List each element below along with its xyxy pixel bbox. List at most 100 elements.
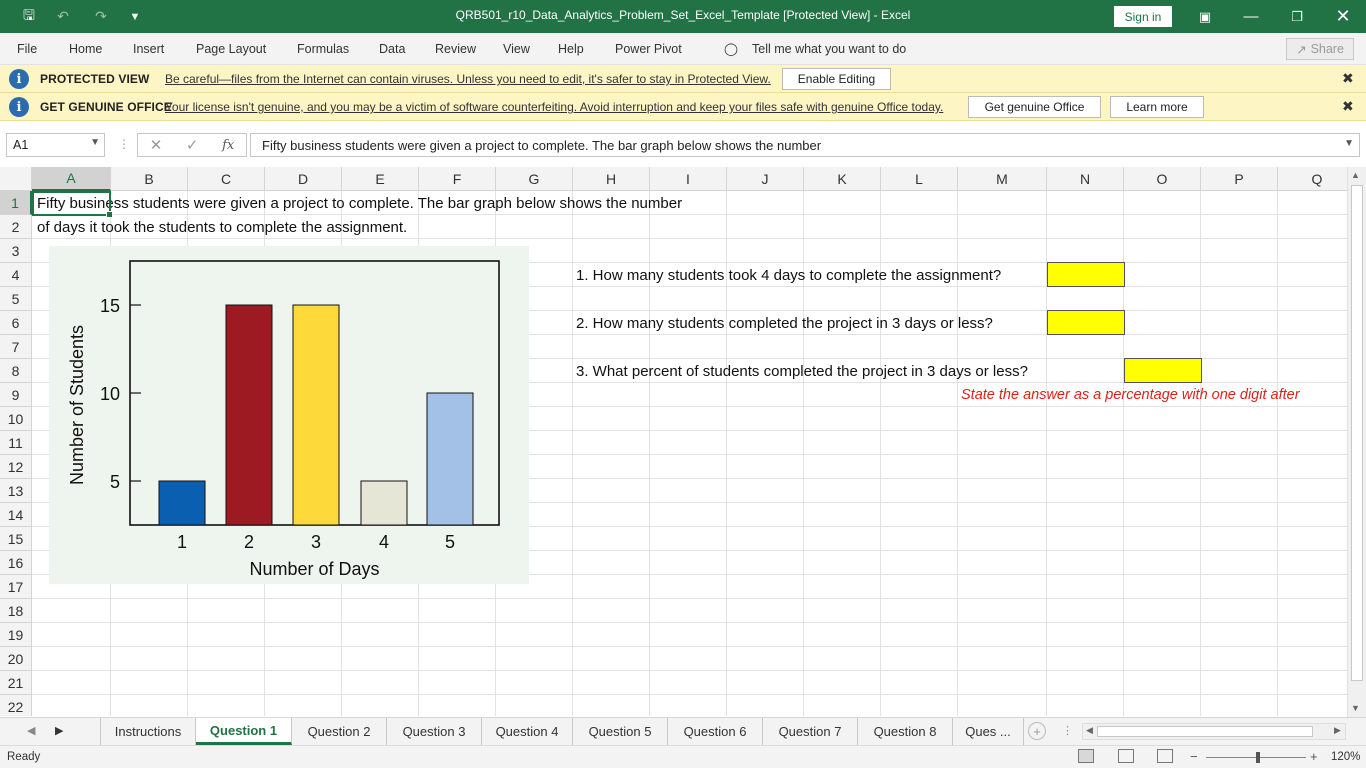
formula-input[interactable]: Fifty business students were given a pro… bbox=[250, 133, 1360, 157]
cell-n9-note[interactable]: State the answer as a percentage with on… bbox=[961, 387, 1300, 403]
bar-chart[interactable]: 5 10 15 1 2 3 4 5 Number of Days Number of Studen… bbox=[49, 246, 529, 584]
row-header-17[interactable]: 17 bbox=[0, 575, 32, 599]
row-header-19[interactable]: 19 bbox=[0, 623, 32, 647]
answer-cell-n6[interactable] bbox=[1047, 310, 1125, 335]
row-header-16[interactable]: 16 bbox=[0, 551, 32, 575]
row-header-7[interactable]: 7 bbox=[0, 335, 32, 359]
genuine-office-message[interactable]: Your license isn't genuine, and you may … bbox=[165, 100, 943, 114]
zoom-level[interactable]: 120% bbox=[1331, 751, 1360, 763]
column-header-i[interactable]: I bbox=[650, 167, 727, 191]
row-header-12[interactable]: 12 bbox=[0, 455, 32, 479]
zoom-in-icon[interactable]: + bbox=[1310, 749, 1318, 764]
column-header-o[interactable]: O bbox=[1124, 167, 1201, 191]
select-all-corner[interactable] bbox=[0, 167, 32, 191]
column-header-b[interactable]: B bbox=[111, 167, 188, 191]
normal-view-icon[interactable] bbox=[1078, 749, 1094, 763]
column-header-q[interactable]: Q bbox=[1278, 167, 1347, 191]
scroll-right-icon[interactable]: ▶ bbox=[1334, 725, 1341, 736]
column-header-n[interactable]: N bbox=[1047, 167, 1124, 191]
vertical-scrollbar[interactable]: ▲ ▼ bbox=[1347, 167, 1366, 717]
cell-h8[interactable]: 3. What percent of students completed th… bbox=[576, 363, 1028, 380]
chevron-down-icon[interactable]: ▼ bbox=[90, 137, 100, 148]
sheet-tab-question-4[interactable]: Question 4 bbox=[482, 718, 573, 745]
name-box[interactable]: A1 ▼ bbox=[6, 133, 105, 157]
row-header-21[interactable]: 21 bbox=[0, 671, 32, 695]
column-header-j[interactable]: J bbox=[727, 167, 804, 191]
worksheet-grid[interactable]: A B C D E F G H I J K L M N O P Q 1 2 3 4 5 6 7 8 9 10 11 12 13 14 15 16… bbox=[0, 167, 1347, 716]
page-layout-view-icon[interactable] bbox=[1118, 749, 1134, 763]
row-header-15[interactable]: 15 bbox=[0, 527, 32, 551]
enable-editing-button[interactable]: Enable Editing bbox=[782, 68, 891, 90]
learn-more-button[interactable]: Learn more bbox=[1110, 96, 1204, 118]
sheet-tab-question-5[interactable]: Question 5 bbox=[573, 718, 668, 745]
row-header-10[interactable]: 10 bbox=[0, 407, 32, 431]
redo-icon[interactable]: ↷ bbox=[88, 0, 114, 33]
cell-a1[interactable]: Fifty business students were given a pro… bbox=[37, 195, 682, 212]
restore-icon[interactable]: ❐ bbox=[1274, 0, 1320, 33]
column-header-f[interactable]: F bbox=[419, 167, 496, 191]
tab-view[interactable]: View bbox=[503, 42, 530, 56]
zoom-out-icon[interactable]: − bbox=[1190, 749, 1198, 764]
sheet-tab-question-3[interactable]: Question 3 bbox=[387, 718, 482, 745]
row-header-20[interactable]: 20 bbox=[0, 647, 32, 671]
column-header-p[interactable]: P bbox=[1201, 167, 1278, 191]
close-window-icon[interactable]: ✕ bbox=[1320, 0, 1366, 33]
tab-data[interactable]: Data bbox=[379, 42, 405, 56]
row-header-22[interactable]: 22 bbox=[0, 695, 32, 716]
sheet-tab-ques[interactable]: Ques ... bbox=[953, 718, 1024, 745]
column-header-h[interactable]: H bbox=[573, 167, 650, 191]
vertical-scroll-thumb[interactable] bbox=[1351, 185, 1363, 681]
minimize-icon[interactable]: — bbox=[1228, 0, 1274, 33]
save-icon[interactable]: 🖫 bbox=[16, 0, 42, 33]
sheet-tab-instructions[interactable]: Instructions bbox=[100, 718, 196, 745]
tab-insert[interactable]: Insert bbox=[133, 42, 164, 56]
column-header-a[interactable]: A bbox=[32, 167, 111, 191]
tab-page-layout[interactable]: Page Layout bbox=[196, 42, 266, 56]
close-genuine-bar-icon[interactable]: ✖ bbox=[1342, 98, 1354, 115]
answer-cell-o8[interactable] bbox=[1124, 358, 1202, 383]
row-header-13[interactable]: 13 bbox=[0, 479, 32, 503]
share-button[interactable]: ↗ Share bbox=[1286, 38, 1354, 60]
sheet-tab-question-7[interactable]: Question 7 bbox=[763, 718, 858, 745]
row-header-8[interactable]: 8 bbox=[0, 359, 32, 383]
row-header-4[interactable]: 4 bbox=[0, 263, 32, 287]
prev-sheet-icon[interactable]: ◀ bbox=[27, 724, 35, 737]
row-header-18[interactable]: 18 bbox=[0, 599, 32, 623]
page-break-view-icon[interactable] bbox=[1157, 749, 1173, 763]
row-header-5[interactable]: 5 bbox=[0, 287, 32, 311]
row-header-9[interactable]: 9 bbox=[0, 383, 32, 407]
sheet-tab-question-2[interactable]: Question 2 bbox=[292, 718, 387, 745]
scroll-down-icon[interactable]: ▼ bbox=[1351, 703, 1360, 713]
row-header-3[interactable]: 3 bbox=[0, 239, 32, 263]
column-header-k[interactable]: K bbox=[804, 167, 881, 191]
scroll-left-icon[interactable]: ◀ bbox=[1086, 725, 1093, 736]
row-header-14[interactable]: 14 bbox=[0, 503, 32, 527]
column-header-c[interactable]: C bbox=[188, 167, 265, 191]
answer-cell-n4[interactable] bbox=[1047, 262, 1125, 287]
next-sheet-icon[interactable]: ▶ bbox=[55, 724, 63, 737]
tab-help[interactable]: Help bbox=[558, 42, 584, 56]
close-protected-bar-icon[interactable]: ✖ bbox=[1342, 70, 1354, 87]
scroll-up-icon[interactable]: ▲ bbox=[1351, 170, 1360, 180]
column-header-m[interactable]: M bbox=[958, 167, 1047, 191]
row-header-1[interactable]: 1 bbox=[0, 191, 32, 215]
tab-power-pivot[interactable]: Power Pivot bbox=[615, 42, 682, 56]
ribbon-display-options-icon[interactable]: ▣ bbox=[1182, 0, 1228, 33]
protected-view-message[interactable]: Be careful—files from the Internet can c… bbox=[165, 72, 771, 86]
get-genuine-office-button[interactable]: Get genuine Office bbox=[968, 96, 1101, 118]
row-header-11[interactable]: 11 bbox=[0, 431, 32, 455]
customize-quick-access-icon[interactable]: ▼ bbox=[124, 0, 146, 33]
tab-formulas[interactable]: Formulas bbox=[297, 42, 349, 56]
column-header-g[interactable]: G bbox=[496, 167, 573, 191]
sign-in-button[interactable]: Sign in bbox=[1114, 6, 1172, 27]
tab-file[interactable]: File bbox=[17, 42, 37, 56]
enter-icon[interactable]: ✓ bbox=[186, 136, 199, 154]
horizontal-scroll-thumb[interactable] bbox=[1097, 726, 1313, 737]
tab-home[interactable]: Home bbox=[69, 42, 102, 56]
sheet-tab-question-1[interactable]: Question 1 bbox=[196, 718, 292, 745]
cancel-icon[interactable]: ✕ bbox=[150, 136, 163, 154]
column-header-d[interactable]: D bbox=[265, 167, 342, 191]
undo-icon[interactable]: ↶ bbox=[50, 0, 76, 33]
column-header-l[interactable]: L bbox=[881, 167, 958, 191]
row-header-2[interactable]: 2 bbox=[0, 215, 32, 239]
